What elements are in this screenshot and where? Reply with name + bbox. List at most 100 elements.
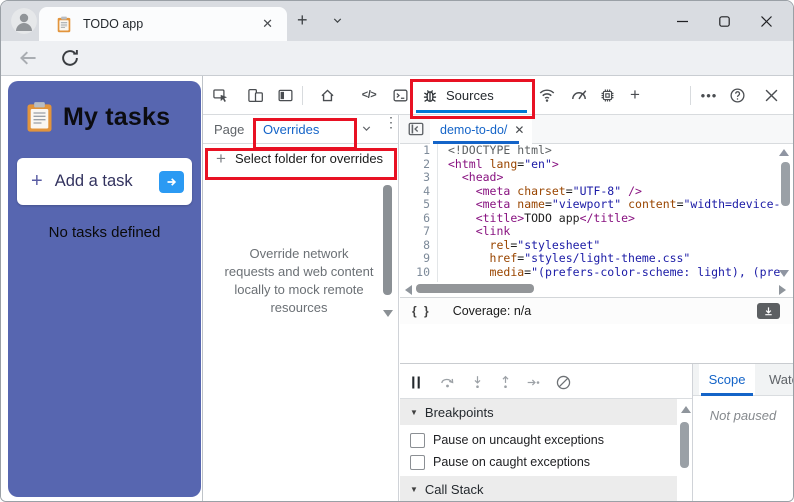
collapse-triangle-icon: ▼: [410, 407, 418, 417]
line-number[interactable]: 2: [400, 157, 440, 172]
code-line: 4 <meta charset="UTF-8" />: [400, 183, 793, 199]
pause-caught-row[interactable]: Pause on caught exceptions: [400, 452, 677, 472]
line-number[interactable]: 5: [400, 197, 440, 212]
debugger-scrollbar-thumb[interactable]: [680, 422, 689, 468]
scroll-right-arrow-icon[interactable]: [779, 285, 786, 295]
editor-hscrollbar[interactable]: [400, 282, 793, 296]
code-line: 6 <title>TODO app</title>: [400, 211, 793, 226]
scroll-up-arrow-icon[interactable]: [681, 406, 691, 413]
scroll-up-arrow-icon[interactable]: [779, 149, 789, 156]
devtools-menu-icon[interactable]: •••: [697, 83, 721, 107]
minimize-button[interactable]: [661, 1, 703, 41]
line-number[interactable]: 7: [400, 224, 440, 239]
pause-script-icon[interactable]: [405, 371, 427, 393]
file-tab-close-icon[interactable]: ✕: [514, 123, 524, 137]
device-emulation-icon[interactable]: [243, 83, 267, 107]
line-code: <head>: [461, 170, 504, 184]
code-line: 7 <link: [400, 224, 793, 239]
welcome-home-icon[interactable]: [315, 83, 339, 107]
line-number[interactable]: 3: [400, 170, 440, 185]
editor-vscrollbar-thumb[interactable]: [781, 162, 790, 206]
refresh-button[interactable]: [59, 47, 81, 69]
editor-pane: demo-to-do/ ✕ 1 <!DOCTYPE html> 2 <html lan…: [400, 115, 793, 501]
file-tab-label: demo-to-do/: [440, 122, 508, 137]
call-stack-header[interactable]: ▼ Call Stack: [400, 476, 677, 501]
devtools-toolbar: </> Sources + •••: [203, 76, 793, 115]
submit-task-button[interactable]: [159, 170, 184, 193]
select-folder-button[interactable]: + Select folder for overrides: [203, 144, 398, 173]
line-number[interactable]: 9: [400, 251, 440, 266]
tab-overrides[interactable]: Overrides: [263, 122, 319, 137]
new-tab-button[interactable]: +: [297, 10, 308, 31]
call-stack-label: Call Stack: [424, 481, 484, 497]
help-icon[interactable]: [725, 83, 749, 107]
line-code: <!DOCTYPE html>: [448, 144, 552, 157]
person-icon: [11, 8, 37, 34]
add-task-button[interactable]: + Add a task: [17, 158, 192, 205]
deactivate-breakpoints-icon[interactable]: [552, 371, 574, 393]
plus-icon: +: [216, 148, 226, 168]
more-tabs-chevron-icon[interactable]: [360, 122, 373, 135]
pretty-print-icon[interactable]: { }: [412, 304, 431, 318]
network-panel-icon[interactable]: [535, 83, 559, 107]
code-editor[interactable]: 1 <!DOCTYPE html> 2 <html lang="en"> 3 <head…: [400, 144, 793, 282]
clipboard-icon: [27, 102, 52, 132]
step-icon[interactable]: [522, 371, 544, 393]
editor-hscrollbar-thumb[interactable]: [416, 284, 534, 293]
close-window-button[interactable]: [745, 1, 787, 41]
scope-pane: Scope Watch Not paused: [693, 364, 793, 501]
step-over-icon[interactable]: [436, 371, 458, 393]
select-folder-label: Select folder for overrides: [234, 151, 384, 166]
more-tools-plus-icon[interactable]: +: [623, 83, 647, 107]
line-code: <link: [475, 224, 511, 238]
profile-avatar[interactable]: [11, 8, 37, 34]
tab-title: TODO app: [83, 17, 144, 31]
code-line: 2 <html lang="en">: [400, 157, 793, 172]
line-number[interactable]: 1: [400, 144, 440, 158]
line-number[interactable]: 8: [400, 238, 440, 253]
scope-tab-label: Scope: [708, 372, 746, 387]
file-tab-demo-to-do[interactable]: demo-to-do/ ✕: [430, 115, 533, 144]
scroll-down-arrow-icon[interactable]: [383, 310, 393, 317]
line-number[interactable]: 4: [400, 184, 440, 199]
step-into-icon[interactable]: [466, 371, 488, 393]
collapse-triangle-icon: ▼: [410, 484, 418, 494]
scroll-down-arrow-icon[interactable]: [779, 270, 789, 277]
pause-caught-checkbox[interactable]: [410, 454, 425, 470]
window-controls: [661, 1, 787, 41]
step-out-icon[interactable]: [494, 371, 516, 393]
tab-close-icon[interactable]: ✕: [258, 16, 277, 32]
breakpoints-header[interactable]: ▼ Breakpoints: [400, 399, 677, 425]
close-devtools-icon[interactable]: [759, 83, 783, 107]
console-panel-icon[interactable]: [388, 83, 412, 107]
tab-list-chevron-icon[interactable]: [331, 14, 344, 27]
tab-scope[interactable]: Scope: [699, 364, 755, 395]
editor-tab-bar: demo-to-do/ ✕: [400, 115, 793, 144]
sources-tab-label: Sources: [446, 88, 494, 103]
memory-panel-icon[interactable]: [595, 83, 619, 107]
scroll-left-arrow-icon[interactable]: [405, 285, 412, 295]
app-title: My tasks: [63, 102, 171, 131]
debugger-toolbar: [400, 364, 692, 399]
navigator-scrollbar-thumb[interactable]: [383, 185, 392, 295]
inspect-icon[interactable]: [208, 83, 232, 107]
elements-panel-icon[interactable]: </>: [357, 83, 381, 107]
pause-uncaught-checkbox[interactable]: [410, 432, 425, 448]
download-overrides-button[interactable]: [757, 303, 780, 319]
tab-page[interactable]: Page: [214, 122, 244, 137]
breakpoints-label: Breakpoints: [424, 404, 494, 420]
back-button[interactable]: [17, 47, 39, 69]
pause-uncaught-label: Pause on uncaught exceptions: [433, 433, 604, 447]
line-number[interactable]: 10: [400, 265, 440, 280]
navigator-menu-kebab-icon[interactable]: ⋮: [384, 115, 398, 129]
pause-uncaught-row[interactable]: Pause on uncaught exceptions: [400, 430, 677, 450]
line-code: <meta charset="UTF-8" />: [475, 183, 642, 198]
performance-panel-icon[interactable]: [567, 83, 591, 107]
toggle-navigator-icon[interactable]: [407, 120, 425, 138]
maximize-button[interactable]: [703, 1, 745, 41]
browser-tab[interactable]: TODO app ✕: [39, 7, 287, 41]
tab-watch[interactable]: Watch: [769, 372, 793, 387]
dock-side-icon[interactable]: [273, 83, 297, 107]
line-code: <meta name="viewport" content="width=dev…: [475, 197, 781, 211]
line-number[interactable]: 6: [400, 211, 440, 226]
